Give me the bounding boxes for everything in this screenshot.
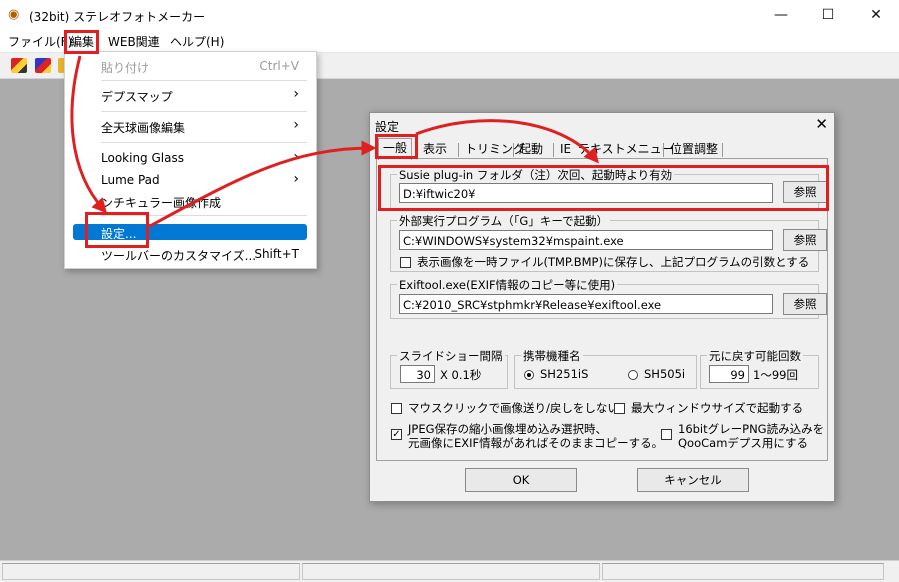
menu-item-lenticular[interactable]: ンチキュラー画像作成 [73,190,307,212]
chevron-right-icon: › [293,86,299,102]
external-program-browse-button[interactable]: 参照 [783,229,827,251]
undo-count-input[interactable]: 99 [709,365,749,383]
undo-range-label: 1〜99回 [753,368,798,382]
menu-item-lume-pad[interactable]: Lume Pad › [73,169,307,191]
no-mouse-click-label: マウスクリックで画像送り/戻しをしない [408,401,619,415]
temp-file-checkbox[interactable] [400,257,411,268]
radio-dot [527,373,531,377]
slideshow-group-label: スライドショー間隔 [397,348,505,364]
tab-separator [458,143,459,157]
ok-button[interactable]: OK [465,468,577,492]
stereo-camera-icon: ◉ [8,7,20,22]
menu-separator [101,142,307,143]
exiftool-browse-button[interactable]: 参照 [783,293,827,315]
tab-separator [722,143,723,157]
exiftool-group: Exiftool.exe(EXIF情報のコピー等に使用) C:¥2010_SRC… [390,277,827,319]
window-title: (32bit) ステレオフォトメーカー [29,10,206,24]
phone-model-group: 携帯機種名 SH251iS SH505i [514,348,697,389]
open-icon[interactable] [11,58,27,73]
menu-separator [101,80,307,81]
external-program-group-label: 外部実行プログラム（「G」キーで起動） [397,213,611,229]
highlight-edit-menu [64,30,99,54]
phone-model-label: SH505i [644,367,686,381]
title-bar: ◉ (32bit) ステレオフォトメーカー — ☐ ✕ [0,0,899,30]
menu-file[interactable]: ファイル(F) [8,33,72,50]
slideshow-unit-label: X 0.1秒 [440,368,482,382]
menu-item-label: ツールバーのカスタマイズ... [101,249,257,263]
menu-item-looking-glass[interactable]: Looking Glass › [73,147,307,169]
max-window-label: 最大ウィンドウサイズで起動する [631,401,804,415]
close-button[interactable]: ✕ [861,4,891,26]
cancel-button[interactable]: キャンセル [637,468,749,492]
menu-item-label: Lume Pad [101,173,160,187]
menu-item-label: ンチキュラー画像作成 [101,196,222,210]
tab-separator [553,143,554,157]
menu-item-shortcut: Shift+T [254,247,299,261]
highlight-general-tab [375,134,418,159]
menu-help[interactable]: ヘルプ(H) [170,33,224,50]
phone-model-group-label: 携帯機種名 [521,348,583,364]
close-icon[interactable]: ✕ [815,115,828,133]
phone-model-radio-sh251is[interactable] [524,370,534,380]
chevron-right-icon: › [293,149,299,165]
highlight-settings-item [85,212,149,248]
menu-item-label: Looking Glass [101,151,184,165]
undo-count-group-label: 元に戻す可能回数 [707,348,803,364]
menu-item-paste[interactable]: 貼り付け Ctrl+V [73,55,307,77]
status-bar [0,560,899,582]
slideshow-group: スライドショー間隔 30 X 0.1秒 [390,348,508,389]
menu-item-shortcut: Ctrl+V [259,59,299,73]
external-program-group: 外部実行プログラム（「G」キーで起動） C:¥WINDOWS¥system32¥… [390,213,827,272]
menu-item-label: 全天球画像編集 [101,121,186,135]
menu-separator [101,111,307,112]
maximize-button[interactable]: ☐ [813,4,843,26]
menu-web[interactable]: WEB関連 [108,33,160,50]
status-cell [602,563,884,580]
highlight-susie-group [378,165,829,211]
status-cell [2,563,300,580]
status-cell [302,563,600,580]
max-window-checkbox[interactable] [614,403,625,414]
phone-model-label: SH251iS [540,367,589,381]
tab-separator [513,143,514,157]
tab-display[interactable]: 表示 [419,140,451,158]
menu-item-label: 貼り付け [101,61,150,75]
tab-startup[interactable]: 起動 [515,140,547,158]
menu-item-label: デプスマップ [101,90,173,104]
jpeg-exif-checkbox[interactable]: ✓ [391,429,402,440]
menu-item-depth-map[interactable]: デプスマップ › [73,84,307,106]
external-program-input[interactable]: C:¥WINDOWS¥system32¥mspaint.exe [399,230,773,250]
chevron-right-icon: › [293,171,299,187]
tab-separator [663,143,664,157]
menu-bar: ファイル(F) 編集 WEB関連 ヘルプ(H) [0,30,899,53]
save-icon[interactable] [35,58,51,73]
chevron-right-icon: › [293,117,299,133]
no-mouse-click-checkbox[interactable] [391,403,402,414]
exiftool-path-input[interactable]: C:¥2010_SRC¥stphmkr¥Release¥exiftool.exe [399,294,773,314]
slideshow-interval-input[interactable]: 30 [400,365,435,383]
png-qoocam-checkbox[interactable] [661,429,672,440]
temp-file-label: 表示画像を一時ファイル(TMP.BMP)に保存し、上記プログラムの引数とする [417,255,810,269]
phone-model-radio-sh505i[interactable] [628,370,638,380]
jpeg-exif-label-line2: 元画像にEXIF情報があればそのままコピーする。 [408,436,664,450]
tab-position[interactable]: 位置調整 [666,140,722,158]
exiftool-group-label: Exiftool.exe(EXIF情報のコピー等に使用) [397,277,618,293]
dialog-title: 設定 [375,120,400,134]
undo-count-group: 元に戻す可能回数 99 1〜99回 [700,348,819,389]
png-qoocam-label-line2: QooCamデプス用にする [678,436,809,450]
minimize-button[interactable]: — [766,4,796,26]
menu-item-panorama[interactable]: 全天球画像編集 › [73,115,307,137]
tab-ie[interactable]: IE [556,140,575,158]
